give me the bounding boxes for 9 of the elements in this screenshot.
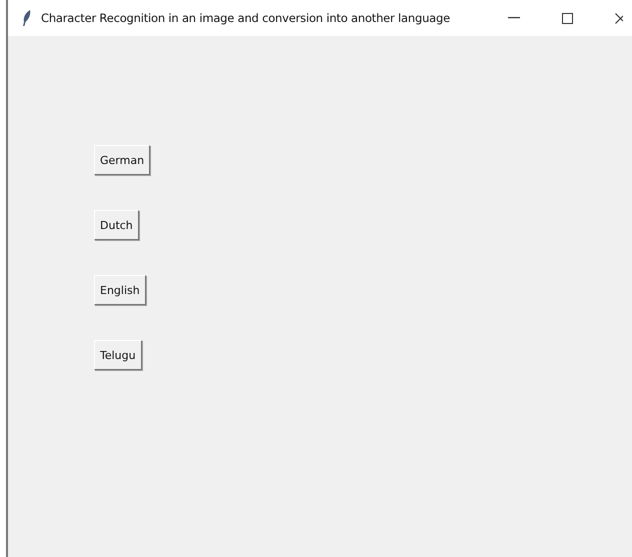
window-title: Character Recognition in an image and conversion into another language [41,11,450,25]
language-button[interactable]: Dutch [94,210,139,240]
maximize-icon[interactable] [562,12,573,24]
language-button[interactable]: English [94,275,146,305]
close-icon[interactable] [614,12,623,24]
feather-icon [22,10,32,26]
language-button[interactable]: Telugu [94,340,142,370]
language-button[interactable]: German [94,145,150,175]
minimize-icon[interactable] [508,17,520,19]
